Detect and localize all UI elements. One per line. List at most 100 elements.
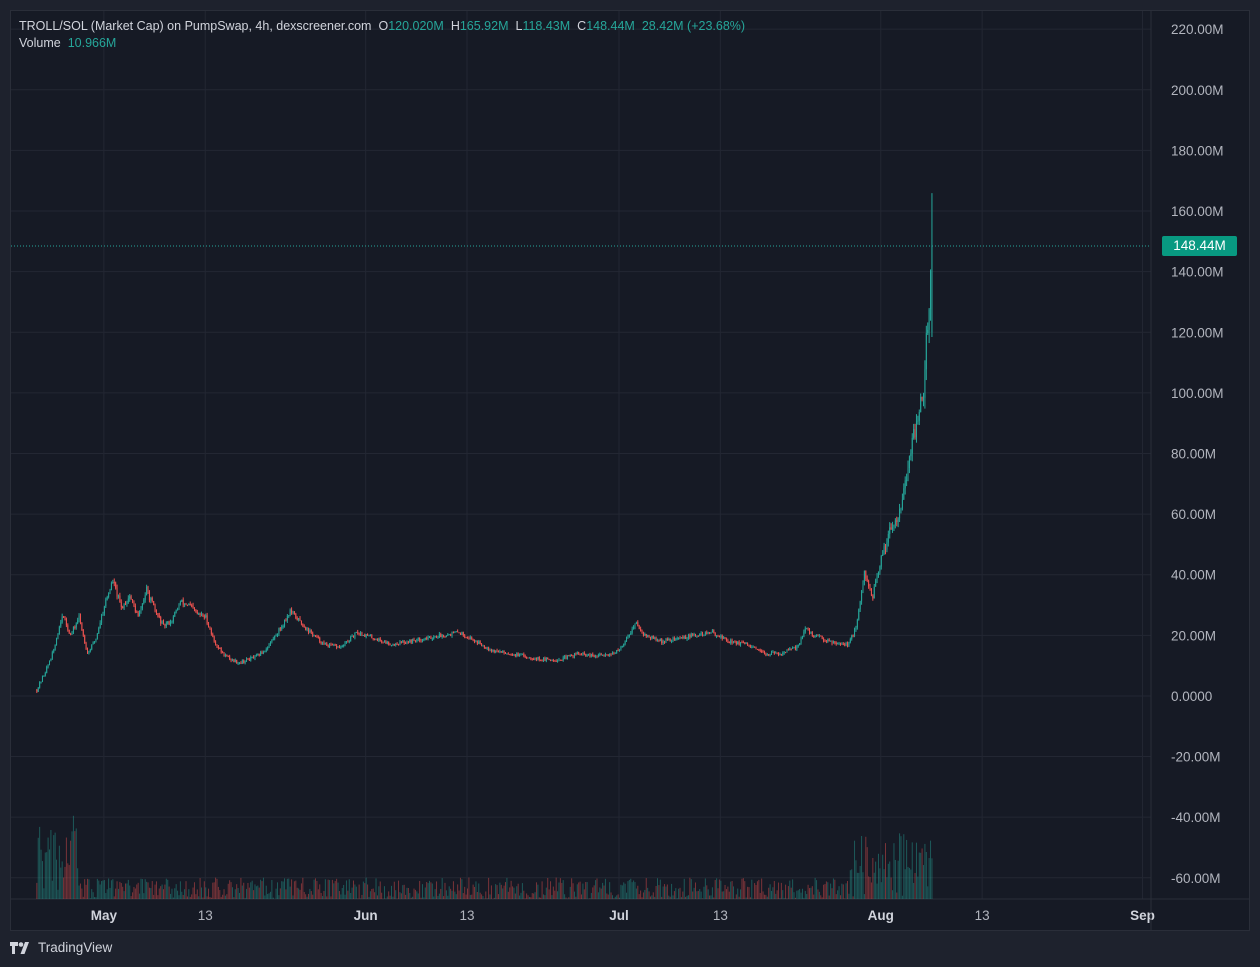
candle-body — [930, 270, 932, 310]
volume-bar — [443, 896, 445, 899]
candle-body — [896, 520, 898, 522]
volume-bar — [58, 845, 60, 899]
volume-bar — [199, 878, 201, 899]
volume-bar — [503, 885, 505, 899]
candle-body — [355, 631, 357, 633]
volume-bar — [246, 888, 248, 899]
volume-bar — [243, 882, 245, 899]
volume-bar — [71, 831, 73, 899]
candle-body — [151, 597, 153, 602]
volume-bar — [893, 843, 895, 899]
candle-body — [61, 616, 63, 623]
volume-bar — [400, 893, 402, 899]
volume-bar — [426, 882, 428, 899]
candle-body — [240, 662, 242, 664]
candle-body — [37, 687, 39, 692]
candle-body — [824, 640, 826, 642]
volume-bar — [716, 878, 718, 899]
candle-body — [841, 643, 843, 645]
volume-bar — [738, 896, 740, 899]
volume-bar — [236, 884, 238, 899]
volume-bar — [917, 876, 919, 899]
volume-bar — [845, 883, 847, 899]
chart-panel[interactable]: 220.00M 200.00M 180.00M 160.00M 140.00M 120.0… — [10, 10, 1250, 931]
candle-body — [927, 329, 929, 334]
candle-body — [683, 636, 685, 639]
candle-body — [185, 603, 187, 605]
volume-bar — [64, 866, 66, 899]
candle-body — [738, 641, 740, 645]
candle-body — [803, 631, 805, 638]
candle-body — [661, 638, 663, 644]
volume-bar — [275, 888, 277, 899]
volume-bar — [461, 879, 463, 899]
candlestick-chart[interactable]: 220.00M 200.00M 180.00M 160.00M 140.00M 120.0… — [11, 11, 1250, 931]
volume-bar — [854, 840, 856, 899]
volume-bar — [796, 890, 798, 899]
y-tick-label: -40.00M — [1171, 810, 1221, 825]
candle-body — [444, 636, 446, 638]
candle-body — [662, 641, 664, 644]
candle-body — [640, 628, 642, 631]
volume-bar — [665, 886, 667, 899]
y-tick-label: 60.00M — [1171, 507, 1216, 522]
candle-body — [357, 631, 359, 634]
volume-bar — [123, 891, 125, 899]
candle-body — [469, 637, 471, 639]
volume-bar — [350, 892, 352, 899]
candle-body — [419, 637, 421, 641]
symbol-title[interactable]: TROLL/SOL (Market Cap) on PumpSwap, 4h, … — [19, 18, 371, 35]
volume-bar — [143, 893, 145, 899]
volume-bar — [890, 877, 892, 899]
volume-bar — [718, 879, 720, 899]
volume-bar — [633, 880, 635, 899]
volume-bar — [434, 889, 436, 899]
candle-body — [509, 654, 511, 656]
volume-bar — [509, 887, 511, 899]
candle-body — [405, 643, 407, 645]
candle-body — [420, 640, 422, 642]
volume-bar — [427, 883, 429, 899]
candle-body — [727, 640, 729, 642]
volume-bar — [866, 847, 868, 899]
candle-body — [129, 596, 131, 599]
tradingview-attribution[interactable]: TradingView — [10, 940, 112, 955]
volume-bar — [927, 886, 929, 899]
candle-body — [274, 635, 276, 639]
candle-body — [77, 620, 79, 624]
volume-bar — [355, 886, 357, 899]
volume-bar — [389, 895, 391, 899]
x-tick-label: 13 — [975, 908, 990, 923]
volume-bar — [98, 880, 100, 899]
volume-bar — [255, 886, 257, 899]
candle-body — [851, 635, 853, 639]
candle-body — [617, 650, 619, 652]
volume-bar — [838, 886, 840, 899]
volume-bar — [113, 896, 115, 899]
candle-body — [582, 652, 584, 655]
y-tick-label: 140.00M — [1171, 265, 1224, 280]
volume-bar — [379, 881, 381, 899]
volume-bar — [527, 895, 529, 899]
candle-body — [630, 632, 632, 635]
candle-body — [814, 636, 816, 638]
candle-body — [67, 625, 69, 630]
volume-bar — [489, 894, 491, 899]
candle-body — [421, 640, 423, 642]
volume-bar — [572, 883, 574, 899]
volume-bar — [85, 884, 87, 899]
candle-body — [262, 651, 264, 654]
candle-body — [721, 635, 723, 639]
volume-bar — [92, 892, 94, 899]
volume-bar — [205, 887, 207, 899]
candle-body — [592, 654, 594, 657]
volume-bar — [372, 888, 374, 899]
volume-label[interactable]: Volume — [19, 35, 61, 52]
candle-body — [868, 580, 870, 587]
volume-bar — [277, 882, 279, 899]
candle-body — [298, 618, 300, 621]
candle-body — [903, 488, 905, 500]
candle-body — [65, 618, 67, 626]
candle-body — [354, 632, 356, 638]
candle-body — [861, 591, 863, 602]
